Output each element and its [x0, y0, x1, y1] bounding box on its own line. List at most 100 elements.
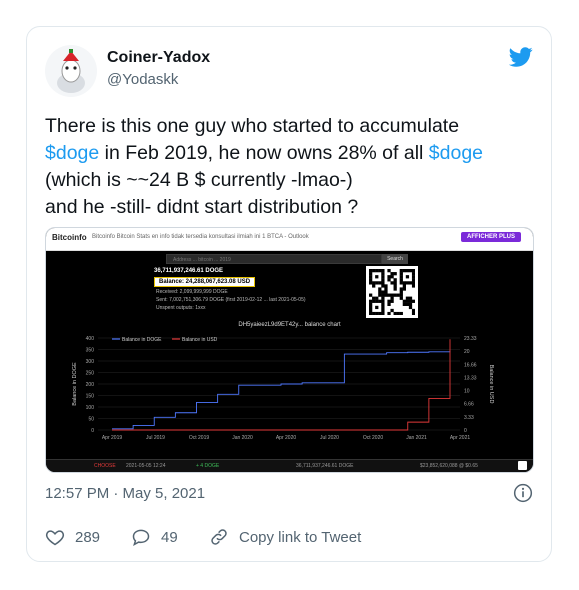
qr-module — [369, 299, 373, 303]
qr-module — [381, 299, 385, 303]
y-axis-label-right: Balance in USD — [488, 365, 494, 404]
y-tick-label-left: 400 — [86, 336, 95, 342]
qr-module — [384, 284, 388, 288]
qr-module — [402, 299, 406, 303]
qr-module — [381, 281, 385, 285]
link-icon — [211, 529, 227, 545]
cashtag-link[interactable]: $doge — [45, 142, 99, 164]
qr-module — [375, 305, 379, 310]
qr-module — [396, 311, 400, 316]
qr-module — [381, 284, 385, 288]
qr-module — [393, 293, 397, 297]
qr-module — [369, 281, 373, 285]
qr-module — [399, 278, 403, 282]
expand-icon — [518, 461, 527, 470]
x-tick-label: Jan 2020 — [232, 435, 253, 441]
x-tick-label: Oct 2019 — [189, 435, 210, 441]
qr-module — [375, 299, 379, 303]
y-tick-label-left: 350 — [86, 348, 95, 354]
qr-module — [375, 275, 379, 279]
qr-module — [405, 269, 410, 273]
qr-module — [408, 296, 413, 300]
y-tick-label-left: 150 — [86, 394, 95, 400]
qr-module — [393, 287, 397, 291]
twitter-bird-icon[interactable] — [509, 45, 533, 69]
qr-module — [396, 293, 400, 297]
qr-module — [378, 287, 382, 291]
media-site-header: Bitcoinfo Bitcoinfo Bitcoin Stats en inf… — [46, 228, 533, 251]
qr-module — [390, 281, 394, 285]
site-description: Bitcoinfo Bitcoin Stats en info tidak te… — [92, 234, 309, 240]
x-tick-label: Jul 2019 — [146, 435, 165, 441]
x-tick-label: Jan 2021 — [406, 435, 427, 441]
media-search-box: Address ... bitcoin ... 2019 — [166, 254, 382, 264]
footer-cell: + 4 DOGE — [196, 463, 220, 469]
qr-module — [378, 269, 382, 273]
qr-module — [399, 287, 403, 291]
info-icon[interactable] — [513, 483, 533, 503]
qr-module — [369, 278, 373, 282]
qr-module — [399, 281, 403, 285]
media-balance-box: Balance: 24,288,067,623.08 USD — [154, 277, 256, 287]
qr-module — [378, 311, 382, 316]
qr-module — [372, 299, 376, 303]
qr-module — [369, 275, 373, 279]
qr-module — [402, 302, 406, 306]
qr-module — [369, 302, 373, 306]
qr-module — [411, 281, 416, 285]
tweet-line: and he -still- didnt start distribution … — [45, 194, 535, 221]
qr-module — [381, 296, 385, 300]
tweet-card: Coiner-Yadox @Yodaskk There is this one … — [26, 26, 552, 562]
cashtag-link[interactable]: $doge — [429, 142, 483, 164]
copy-link-button[interactable]: Copy link to Tweet — [209, 527, 361, 547]
reply-button[interactable]: 49 — [131, 527, 178, 547]
tweet-text-segment: (which is ~~24 B $ currently -lmao-) — [45, 169, 353, 191]
qr-module — [381, 305, 385, 310]
reply-bubble-icon — [132, 529, 150, 547]
qr-module — [381, 302, 385, 306]
footer-cell: 2021-05-05 12:24 — [126, 463, 166, 469]
qr-module — [390, 275, 394, 279]
qr-module — [381, 275, 385, 279]
author-name[interactable]: Coiner-Yadox — [107, 49, 210, 67]
like-button[interactable]: 289 — [45, 527, 100, 547]
footer-cell: 36,711,937,246.61 DOGE — [296, 463, 354, 469]
tweet-text: There is this one guy who started to acc… — [45, 113, 535, 221]
like-count: 289 — [75, 528, 101, 546]
qr-module — [393, 278, 397, 282]
copy-link-label: Copy link to Tweet — [239, 528, 362, 546]
qr-module — [411, 269, 416, 273]
x-tick-label: Jul 2020 — [320, 435, 339, 441]
tweet-line: There is this one guy who started to acc… — [45, 113, 535, 140]
tweet-line: (which is ~~24 B $ currently -lmao-) — [45, 167, 535, 194]
qr-module — [399, 290, 403, 294]
qr-module — [399, 275, 403, 279]
qr-module — [411, 311, 416, 316]
qr-module — [408, 299, 413, 303]
qr-module — [369, 272, 373, 276]
qr-module — [387, 293, 391, 297]
qr-module — [369, 308, 373, 313]
qr-module — [411, 299, 416, 303]
qr-module — [369, 269, 373, 273]
footer-cell: $23,852,620,088 @ $0.65 — [420, 463, 478, 469]
qr-module — [372, 311, 376, 316]
qr-module — [369, 311, 373, 316]
tweet-timestamp[interactable]: 12:57 PM · May 5, 2021 — [45, 485, 205, 502]
qr-module — [372, 269, 376, 273]
qr-module — [399, 311, 403, 316]
tweet-media-image[interactable]: Bitcoinfo Bitcoinfo Bitcoin Stats en inf… — [45, 227, 534, 473]
site-logo: Bitcoinfo — [52, 233, 87, 242]
qr-module — [408, 305, 413, 310]
qr-module — [390, 308, 394, 313]
y-tick-label-left: 200 — [86, 382, 95, 388]
avatar[interactable] — [45, 45, 97, 97]
qr-module — [381, 290, 385, 294]
qr-module — [405, 281, 410, 285]
author-handle[interactable]: @Yodaskk — [107, 71, 178, 88]
site-cta-button: AFFICHER PLUS — [461, 232, 521, 242]
qr-module — [387, 302, 391, 306]
y-tick-label-right: 23.33 — [464, 336, 477, 342]
y-axis-label-left: Balance in DOGE — [72, 362, 78, 406]
tweet-text-segment: There is this one guy who started to acc… — [45, 115, 460, 137]
